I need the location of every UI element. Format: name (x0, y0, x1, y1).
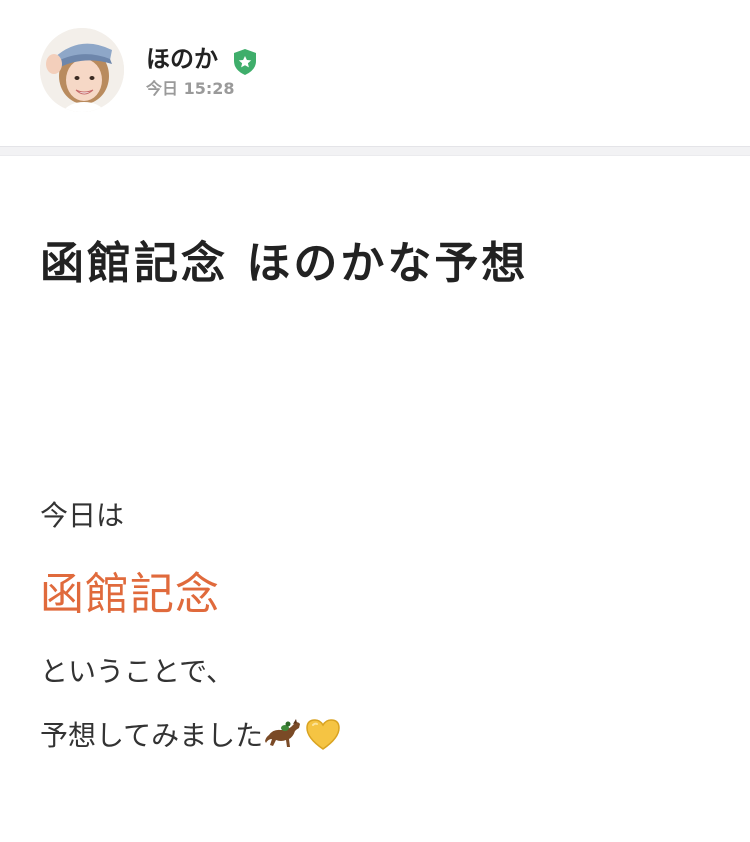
post-header: ほのか 今日 15:28 (0, 0, 750, 146)
article-title: 函館記念 ほのかな予想 (40, 238, 529, 289)
article-highlight-text: 函館記念 (40, 569, 220, 620)
article-line-3: 予想してみました (40, 718, 343, 756)
article-line-3-text: 予想してみました (40, 719, 264, 752)
verified-shield-star-icon (232, 48, 258, 76)
avatar-photo-icon (40, 28, 124, 112)
post-timestamp: 今日 15:28 (146, 79, 235, 98)
article-line-1: 今日は (40, 499, 125, 532)
author-avatar[interactable] (40, 28, 124, 112)
article-line-2: ということで、 (40, 655, 235, 688)
section-divider (0, 146, 750, 156)
author-name[interactable]: ほのか (146, 44, 218, 74)
yellow-heart-emoji-icon (303, 715, 343, 753)
horse-racing-emoji-icon (263, 715, 303, 753)
